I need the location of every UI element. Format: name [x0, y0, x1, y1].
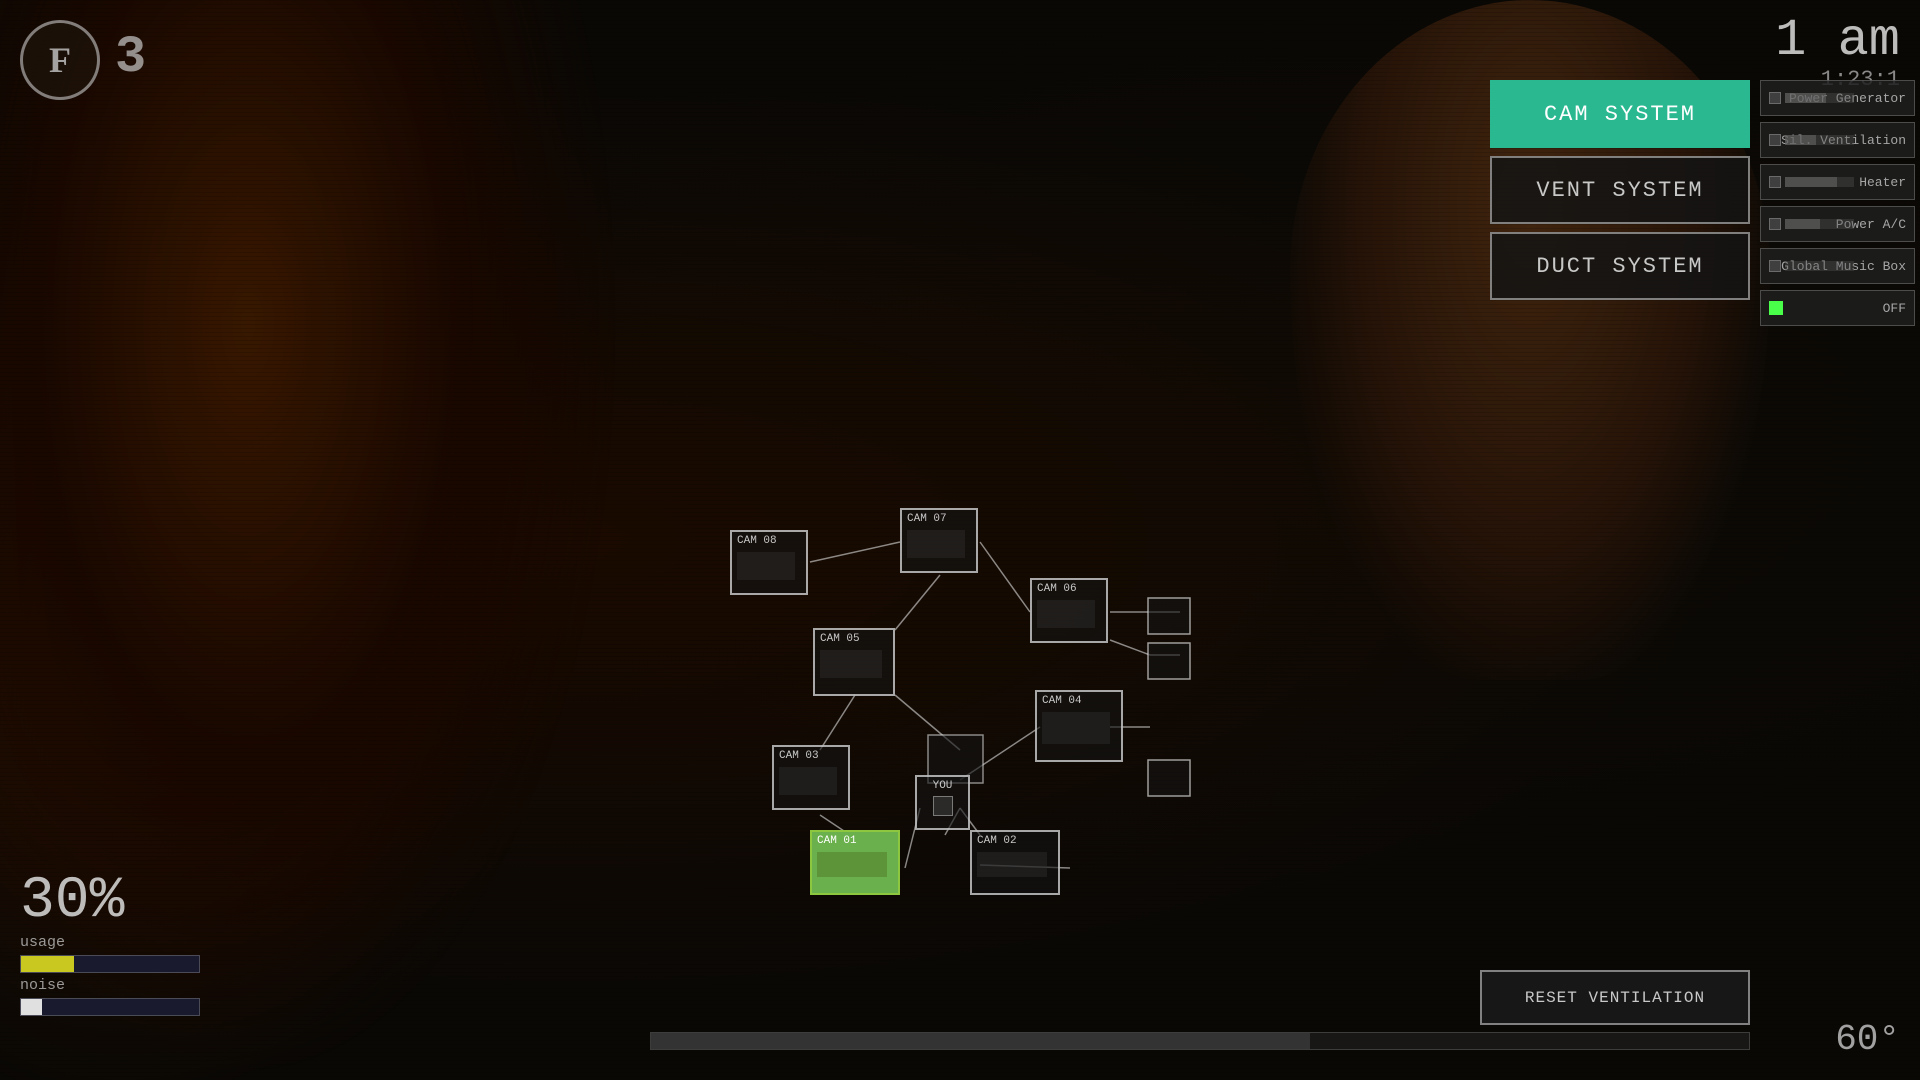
panel-item-off[interactable]: OFF — [1760, 290, 1915, 326]
panel-item-power-ac[interactable]: Power A/C — [1760, 206, 1915, 242]
cam-node-08[interactable]: CAM 08 — [730, 530, 808, 595]
power-percentage: 30% — [20, 869, 200, 934]
cam02-preview — [977, 852, 1047, 877]
cam-node-04[interactable]: CAM 04 — [1035, 690, 1123, 762]
cam01-preview — [817, 852, 887, 877]
you-indicator — [933, 796, 953, 816]
global-music-box-indicator — [1769, 260, 1781, 272]
duct-system-button[interactable]: DUCT SYSTEM — [1490, 232, 1750, 300]
cam-node-06[interactable]: CAM 06 — [1030, 578, 1108, 643]
sil-ventilation-indicator — [1769, 134, 1781, 146]
power-section: 30% usage noise — [20, 869, 200, 1020]
cam-node-03[interactable]: CAM 03 — [772, 745, 850, 810]
right-panel: Power Generator Sil. Ventilation Heater … — [1760, 80, 1920, 326]
cam03-preview — [779, 767, 837, 795]
cam07-preview — [907, 530, 965, 558]
heater-label: Heater — [1859, 175, 1906, 190]
sil-ventilation-bar — [1785, 135, 1854, 145]
cam-node-07[interactable]: CAM 07 — [900, 508, 978, 573]
you-node: YOU — [915, 775, 970, 830]
cam-node-05[interactable]: CAM 05 — [813, 628, 895, 696]
heater-bar-fill — [1785, 177, 1837, 187]
usage-label: usage — [20, 934, 200, 951]
cam05-preview — [820, 650, 882, 678]
power-ac-bar — [1785, 219, 1854, 229]
global-music-box-bar — [1785, 261, 1854, 271]
bottom-scrollbar[interactable] — [650, 1032, 1750, 1050]
noise-bar-container — [20, 998, 200, 1016]
cam-node-02[interactable]: CAM 02 — [970, 830, 1060, 895]
sil-ventilation-bar-fill — [1785, 135, 1816, 145]
cam-system-button[interactable]: CAM SYSTEM — [1490, 80, 1750, 148]
temperature-display: 60° — [1835, 1019, 1900, 1060]
cam-node-01[interactable]: CAM 01 — [810, 830, 900, 895]
power-generator-indicator — [1769, 92, 1781, 104]
usage-bar-fill — [21, 956, 74, 972]
freddy-icon: F — [20, 20, 100, 100]
panel-item-sil-ventilation[interactable]: Sil. Ventilation — [1760, 122, 1915, 158]
power-generator-bar-fill — [1785, 93, 1826, 103]
heater-bar — [1785, 177, 1854, 187]
you-label: YOU — [933, 780, 953, 792]
panel-item-heater[interactable]: Heater — [1760, 164, 1915, 200]
bottom-scrollbar-fill — [651, 1033, 1310, 1049]
system-buttons: CAM SYSTEM VENT SYSTEM DUCT SYSTEM — [1490, 80, 1750, 300]
panel-item-power-generator[interactable]: Power Generator — [1760, 80, 1915, 116]
cam08-preview — [737, 552, 795, 580]
reset-ventilation-button[interactable]: RESET VENTILATION — [1480, 970, 1750, 1025]
cam04-preview — [1042, 712, 1110, 744]
panel-item-global-music-box[interactable]: Global Music Box — [1760, 248, 1915, 284]
night-number: 3 — [115, 28, 146, 87]
off-label: OFF — [1883, 301, 1906, 316]
time-hour: 1 am — [1775, 15, 1900, 67]
power-ac-indicator — [1769, 218, 1781, 230]
camera-map: CAM 08 CAM 07 CAM 06 CAM 05 CAM 04 CAM 0… — [650, 480, 1250, 960]
power-ac-bar-fill — [1785, 219, 1820, 229]
cam06-preview — [1037, 600, 1095, 628]
power-generator-bar — [1785, 93, 1854, 103]
heater-indicator — [1769, 176, 1781, 188]
off-indicator — [1769, 301, 1783, 315]
usage-bar-container — [20, 955, 200, 973]
freddy-letter: F — [49, 39, 71, 81]
noise-bar-fill — [21, 999, 42, 1015]
noise-label: noise — [20, 977, 200, 994]
vent-system-button[interactable]: VENT SYSTEM — [1490, 156, 1750, 224]
